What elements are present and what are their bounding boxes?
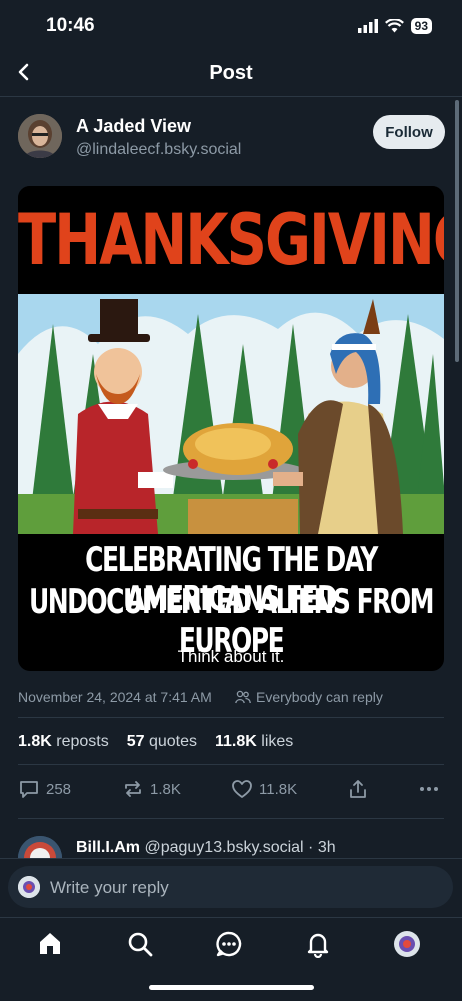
composer-avatar bbox=[18, 876, 40, 898]
reply-bubble-icon bbox=[20, 781, 38, 798]
like-count: 11.8K bbox=[259, 780, 298, 798]
next-post-header[interactable]: Bill.I.Am @paguy13.bsky.social · 3h bbox=[76, 839, 336, 857]
share-icon bbox=[350, 780, 366, 798]
likes-count: 11.8K bbox=[215, 733, 257, 750]
people-icon bbox=[235, 690, 251, 704]
ellipsis-icon bbox=[420, 787, 438, 791]
share-button[interactable] bbox=[347, 778, 369, 800]
quotes-stat[interactable]: 57 quotes bbox=[127, 733, 197, 751]
battery-indicator: 93 bbox=[410, 18, 432, 34]
next-post-handle: @paguy13.bsky.social bbox=[140, 839, 304, 856]
likes-label: likes bbox=[256, 733, 294, 750]
quotes-label: quotes bbox=[144, 733, 197, 750]
divider bbox=[18, 818, 444, 819]
engagement-stats: 1.8K reposts 57 quotes 11.8K likes bbox=[18, 733, 311, 751]
next-post-age: · 3h bbox=[303, 839, 336, 856]
reply-input-placeholder[interactable]: Write your reply bbox=[50, 878, 169, 898]
home-indicator[interactable] bbox=[149, 985, 314, 990]
home-icon[interactable] bbox=[36, 930, 64, 958]
post-header: Post bbox=[0, 52, 462, 97]
divider bbox=[18, 764, 444, 765]
author-avatar[interactable] bbox=[18, 114, 62, 158]
author-handle[interactable]: @lindaleecf.bsky.social bbox=[76, 141, 241, 159]
status-time: 10:46 bbox=[46, 15, 95, 36]
post-actions: 258 1.8K 11.8K bbox=[18, 778, 444, 804]
search-icon[interactable] bbox=[126, 930, 154, 958]
signal-icon bbox=[357, 19, 378, 33]
avatar-photo bbox=[18, 114, 62, 158]
more-options-button[interactable] bbox=[418, 778, 440, 800]
chat-icon[interactable] bbox=[215, 930, 243, 958]
avatar-photo bbox=[18, 876, 40, 898]
page-title: Post bbox=[209, 62, 253, 84]
reply-count: 258 bbox=[46, 780, 72, 798]
reposts-stat[interactable]: 1.8K reposts bbox=[18, 733, 109, 751]
image-headline: THANKSGIVING bbox=[18, 200, 444, 282]
reposts-label: reposts bbox=[51, 733, 109, 750]
repost-button[interactable]: 1.8K bbox=[122, 778, 181, 800]
reposts-count: 1.8K bbox=[18, 733, 52, 750]
status-bar: 10:46 93 bbox=[0, 0, 462, 52]
post-image[interactable]: THANKSGIVING CELEBRATING THE DAY AMERICA… bbox=[18, 186, 444, 671]
reply-button[interactable]: 258 bbox=[18, 778, 71, 800]
reply-permission-label: Everybody can reply bbox=[256, 689, 383, 705]
image-footer-text: Think about it. bbox=[177, 647, 285, 666]
repost-count: 1.8K bbox=[150, 780, 181, 798]
status-icons: 93 bbox=[357, 18, 432, 34]
post-timestamp[interactable]: November 24, 2024 at 7:41 AM bbox=[18, 689, 212, 705]
like-button[interactable]: 11.8K bbox=[231, 778, 297, 800]
author-name[interactable]: A Jaded View bbox=[76, 116, 191, 137]
next-post-author: Bill.I.Am bbox=[76, 839, 141, 856]
heart-icon bbox=[232, 780, 252, 798]
wifi-icon bbox=[384, 19, 404, 33]
quotes-count: 57 bbox=[126, 733, 145, 750]
divider bbox=[18, 717, 444, 718]
scrollbar[interactable] bbox=[455, 100, 459, 362]
notifications-icon[interactable] bbox=[304, 930, 332, 958]
likes-stat[interactable]: 11.8K likes bbox=[215, 733, 293, 751]
follow-button[interactable]: Follow bbox=[373, 115, 445, 149]
repost-icon bbox=[125, 781, 141, 797]
profile-avatar[interactable] bbox=[393, 930, 421, 958]
image-illustration bbox=[18, 294, 444, 534]
reply-permission[interactable]: Everybody can reply bbox=[235, 689, 383, 705]
image-headline-band: THANKSGIVING bbox=[18, 186, 444, 294]
